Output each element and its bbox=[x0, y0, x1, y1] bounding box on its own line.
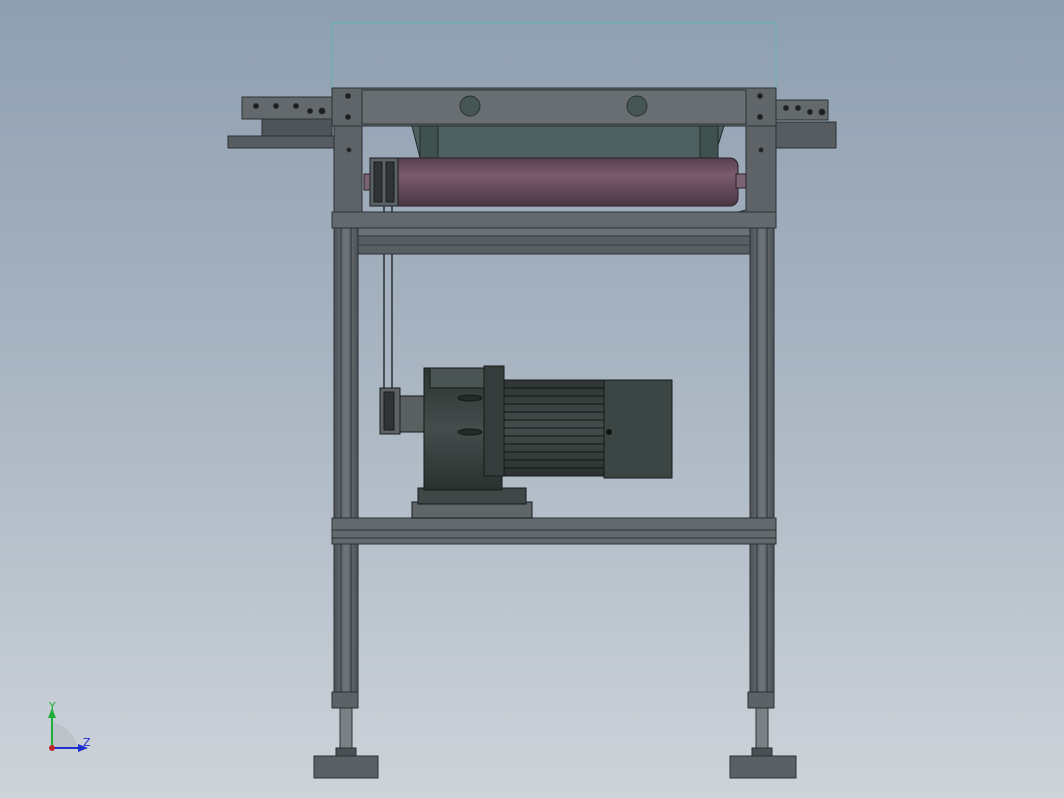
conveyor-top-beam bbox=[331, 87, 777, 127]
belt-housing bbox=[411, 125, 725, 159]
sketch-outline bbox=[331, 22, 777, 98]
left-leveling-foot bbox=[313, 707, 379, 779]
gear-motor bbox=[399, 365, 673, 519]
upper-sprocket bbox=[369, 157, 399, 207]
conveyor-assembly-model: Y Z bbox=[48, 22, 837, 779]
lower-cross-rail bbox=[331, 517, 777, 545]
orientation-triad: Y Z bbox=[48, 700, 91, 752]
triad-z-label: Z bbox=[83, 736, 91, 749]
upper-cross-rail bbox=[331, 211, 777, 255]
right-leg-post bbox=[747, 227, 775, 709]
right-side-guide bbox=[773, 99, 837, 149]
drive-roller bbox=[363, 157, 747, 207]
right-leveling-foot bbox=[729, 707, 797, 779]
cad-viewport[interactable]: Y Z bbox=[0, 0, 1064, 798]
lower-sprocket bbox=[379, 387, 401, 435]
triad-y-label: Y bbox=[48, 700, 56, 713]
left-side-guide bbox=[227, 96, 335, 149]
left-leg-post bbox=[331, 227, 359, 709]
